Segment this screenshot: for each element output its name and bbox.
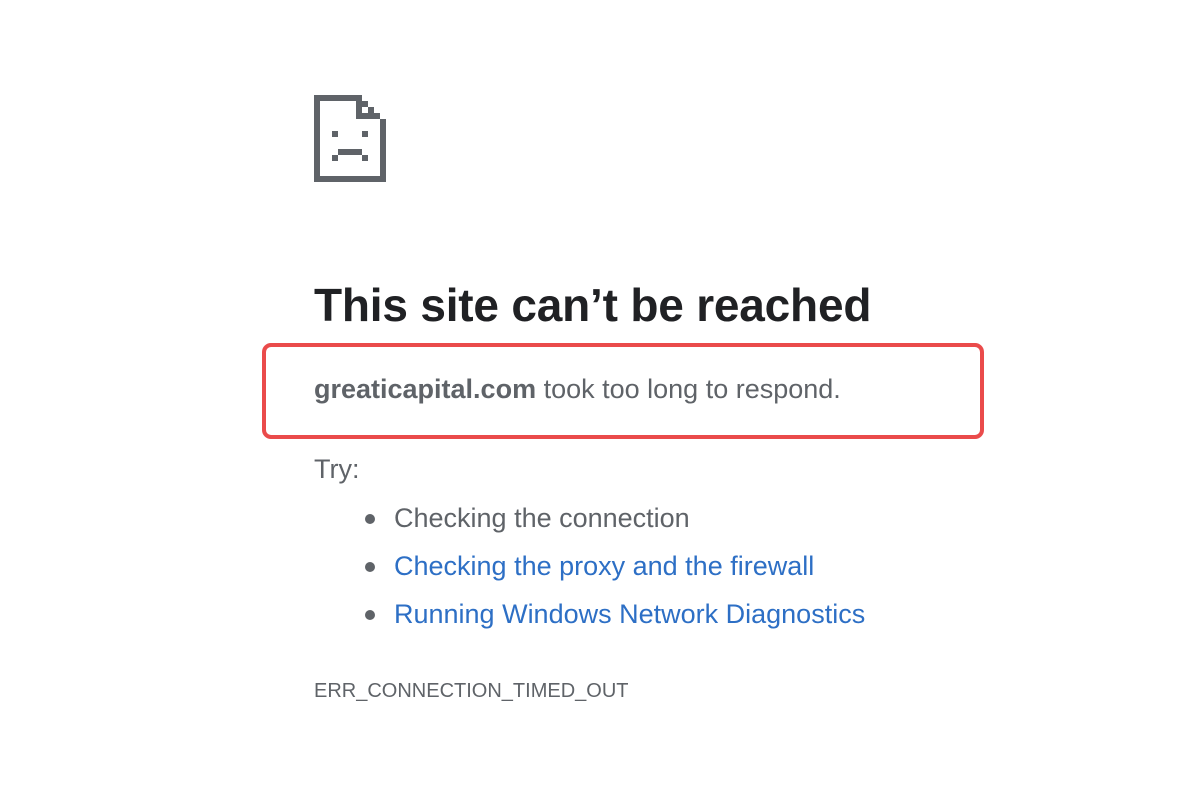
suggestion-check-proxy: Checking the proxy and the firewall (362, 545, 865, 593)
suggestion-check-connection: Checking the connection (362, 497, 865, 545)
suggestion-network-diagnostics: Running Windows Network Diagnostics (362, 593, 865, 641)
error-message: greaticapital.com took too long to respo… (314, 374, 841, 405)
bullet-icon (365, 562, 375, 572)
error-code: ERR_CONNECTION_TIMED_OUT (314, 680, 629, 702)
suggestion-label: Checking the connection (394, 503, 690, 533)
try-label: Try: (314, 454, 360, 484)
message-text: took too long to respond. (536, 374, 841, 404)
bullet-icon (365, 514, 375, 524)
sad-page-icon (314, 95, 386, 182)
page-title: This site can’t be reached (314, 279, 872, 331)
proxy-firewall-link[interactable]: Checking the proxy and the firewall (394, 551, 814, 581)
host-name: greaticapital.com (314, 374, 537, 404)
suggestion-list: Checking the connection Checking the pro… (362, 497, 865, 641)
network-diagnostics-link[interactable]: Running Windows Network Diagnostics (394, 599, 865, 629)
bullet-icon (365, 610, 375, 620)
